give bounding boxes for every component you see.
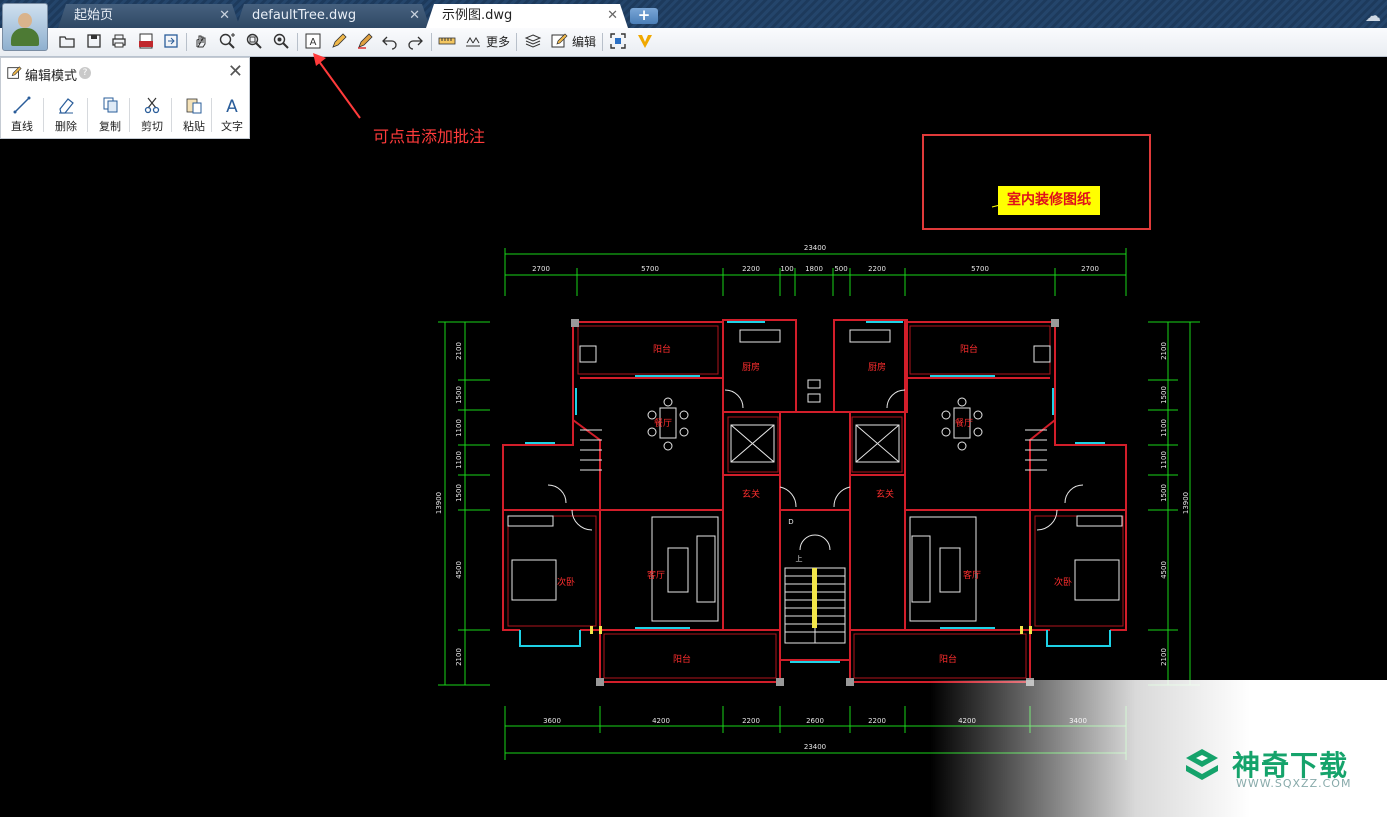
room-label: 厨房 bbox=[742, 361, 760, 373]
annotation-arrow bbox=[313, 53, 361, 119]
dimension-texts: 23400 2700 5700 2200 100 1800 500 2200 5… bbox=[435, 244, 1190, 751]
room-label: 餐厅 bbox=[654, 417, 672, 429]
dim-top: 1800 bbox=[805, 265, 823, 273]
edit-mode-icon bbox=[7, 66, 22, 79]
room-label: 阳台 bbox=[653, 343, 671, 355]
dim-right: 4500 bbox=[1160, 561, 1168, 579]
stair-handrail bbox=[812, 568, 817, 628]
dim-bottom: 2600 bbox=[806, 717, 824, 725]
tool-label: 文字 bbox=[221, 120, 243, 133]
room-label: 次卧 bbox=[1054, 576, 1072, 588]
paste-tool-button[interactable]: 粘贴 bbox=[173, 94, 215, 136]
dim-top: 5700 bbox=[641, 265, 659, 273]
copy-icon bbox=[103, 97, 118, 113]
dim-top: 2200 bbox=[742, 265, 760, 273]
dim-left: 1100 bbox=[455, 451, 463, 469]
help-icon[interactable]: ? bbox=[79, 67, 91, 79]
dim-right: 1500 bbox=[1160, 386, 1168, 404]
text-icon: A bbox=[226, 97, 238, 114]
room-label: 阳台 bbox=[673, 653, 691, 665]
dim-left-total: 13900 bbox=[435, 492, 443, 514]
dim-bottom-total: 23400 bbox=[804, 743, 826, 751]
tool-separator bbox=[171, 98, 172, 132]
avatar-body bbox=[11, 28, 39, 46]
tool-label: 复制 bbox=[99, 120, 121, 133]
eraser-icon bbox=[59, 98, 74, 114]
dim-right-total: 13900 bbox=[1182, 492, 1190, 514]
doors bbox=[547, 389, 1084, 551]
avatar-head bbox=[18, 13, 32, 28]
dim-top: 100 bbox=[780, 265, 793, 273]
room-label: 阳台 bbox=[939, 653, 957, 665]
room-label: 客厅 bbox=[647, 569, 665, 581]
line-icon bbox=[13, 96, 31, 114]
tool-label: 剪切 bbox=[141, 120, 163, 133]
room-label: 客厅 bbox=[963, 569, 981, 581]
edit-mode-panel: 编辑模式 ? ✕ 直线 删除 复制 剪切 粘贴 A 文字 bbox=[0, 57, 250, 139]
tool-separator bbox=[129, 98, 130, 132]
dim-left: 1500 bbox=[455, 386, 463, 404]
dim-right: 1100 bbox=[1160, 419, 1168, 437]
room-label: 玄关 bbox=[876, 488, 894, 500]
dim-top: 5700 bbox=[971, 265, 989, 273]
dim-right: 1100 bbox=[1160, 451, 1168, 469]
tool-label: 粘贴 bbox=[183, 120, 205, 133]
dim-top: 2700 bbox=[1081, 265, 1099, 273]
dim-top: 2700 bbox=[532, 265, 550, 273]
small-labels: D 上 bbox=[788, 518, 802, 563]
text-tool-button[interactable]: A 文字 bbox=[211, 94, 253, 136]
dim-right: 1500 bbox=[1160, 484, 1168, 502]
tool-separator bbox=[43, 98, 44, 132]
room-label: 玄关 bbox=[742, 488, 760, 500]
dim-bottom: 2200 bbox=[868, 717, 886, 725]
dim-left: 1500 bbox=[455, 484, 463, 502]
tool-separator bbox=[87, 98, 88, 132]
dim-top-total: 23400 bbox=[804, 244, 826, 252]
copy-tool-button[interactable]: 复制 bbox=[89, 94, 131, 136]
user-avatar[interactable] bbox=[2, 3, 48, 51]
tool-label: 直线 bbox=[11, 120, 33, 133]
edit-panel-title: 编辑模式 bbox=[25, 69, 78, 84]
dim-left: 2100 bbox=[455, 648, 463, 666]
room-label: 次卧 bbox=[557, 576, 575, 588]
edit-panel-header: 编辑模式 ? ✕ bbox=[1, 58, 249, 88]
dim-top: 2200 bbox=[868, 265, 886, 273]
door-mark: D bbox=[788, 518, 793, 526]
annotation-stamp-label[interactable]: 室内装修图纸 bbox=[998, 186, 1100, 215]
room-label: 餐厅 bbox=[955, 417, 973, 429]
paste-icon bbox=[186, 98, 202, 114]
dim-left: 2100 bbox=[455, 342, 463, 360]
cut-tool-button[interactable]: 剪切 bbox=[131, 94, 173, 136]
dim-top: 500 bbox=[834, 265, 847, 273]
delete-tool-button[interactable]: 删除 bbox=[45, 94, 87, 136]
dim-right: 2100 bbox=[1160, 648, 1168, 666]
dim-bottom: 3600 bbox=[543, 717, 561, 725]
room-label: 阳台 bbox=[960, 343, 978, 355]
elevator-shafts bbox=[730, 424, 900, 463]
dim-left: 4500 bbox=[455, 561, 463, 579]
close-icon[interactable]: ✕ bbox=[228, 61, 243, 82]
watermark-url: WWW.SQXZZ.COM bbox=[1236, 777, 1352, 790]
dim-right: 2100 bbox=[1160, 342, 1168, 360]
svg-text:A: A bbox=[226, 97, 238, 114]
stair-up-mark: 上 bbox=[796, 554, 803, 563]
dim-bottom: 2200 bbox=[742, 717, 760, 725]
dim-bottom: 4200 bbox=[652, 717, 670, 725]
line-tool-button[interactable]: 直线 bbox=[1, 94, 43, 136]
annotation-hint-text: 可点击添加批注 bbox=[373, 127, 486, 146]
scissors-icon bbox=[144, 97, 160, 114]
room-label: 厨房 bbox=[868, 361, 886, 373]
dim-left: 1100 bbox=[455, 419, 463, 437]
watermark-logo-icon bbox=[1186, 749, 1218, 780]
tool-label: 删除 bbox=[55, 120, 77, 133]
